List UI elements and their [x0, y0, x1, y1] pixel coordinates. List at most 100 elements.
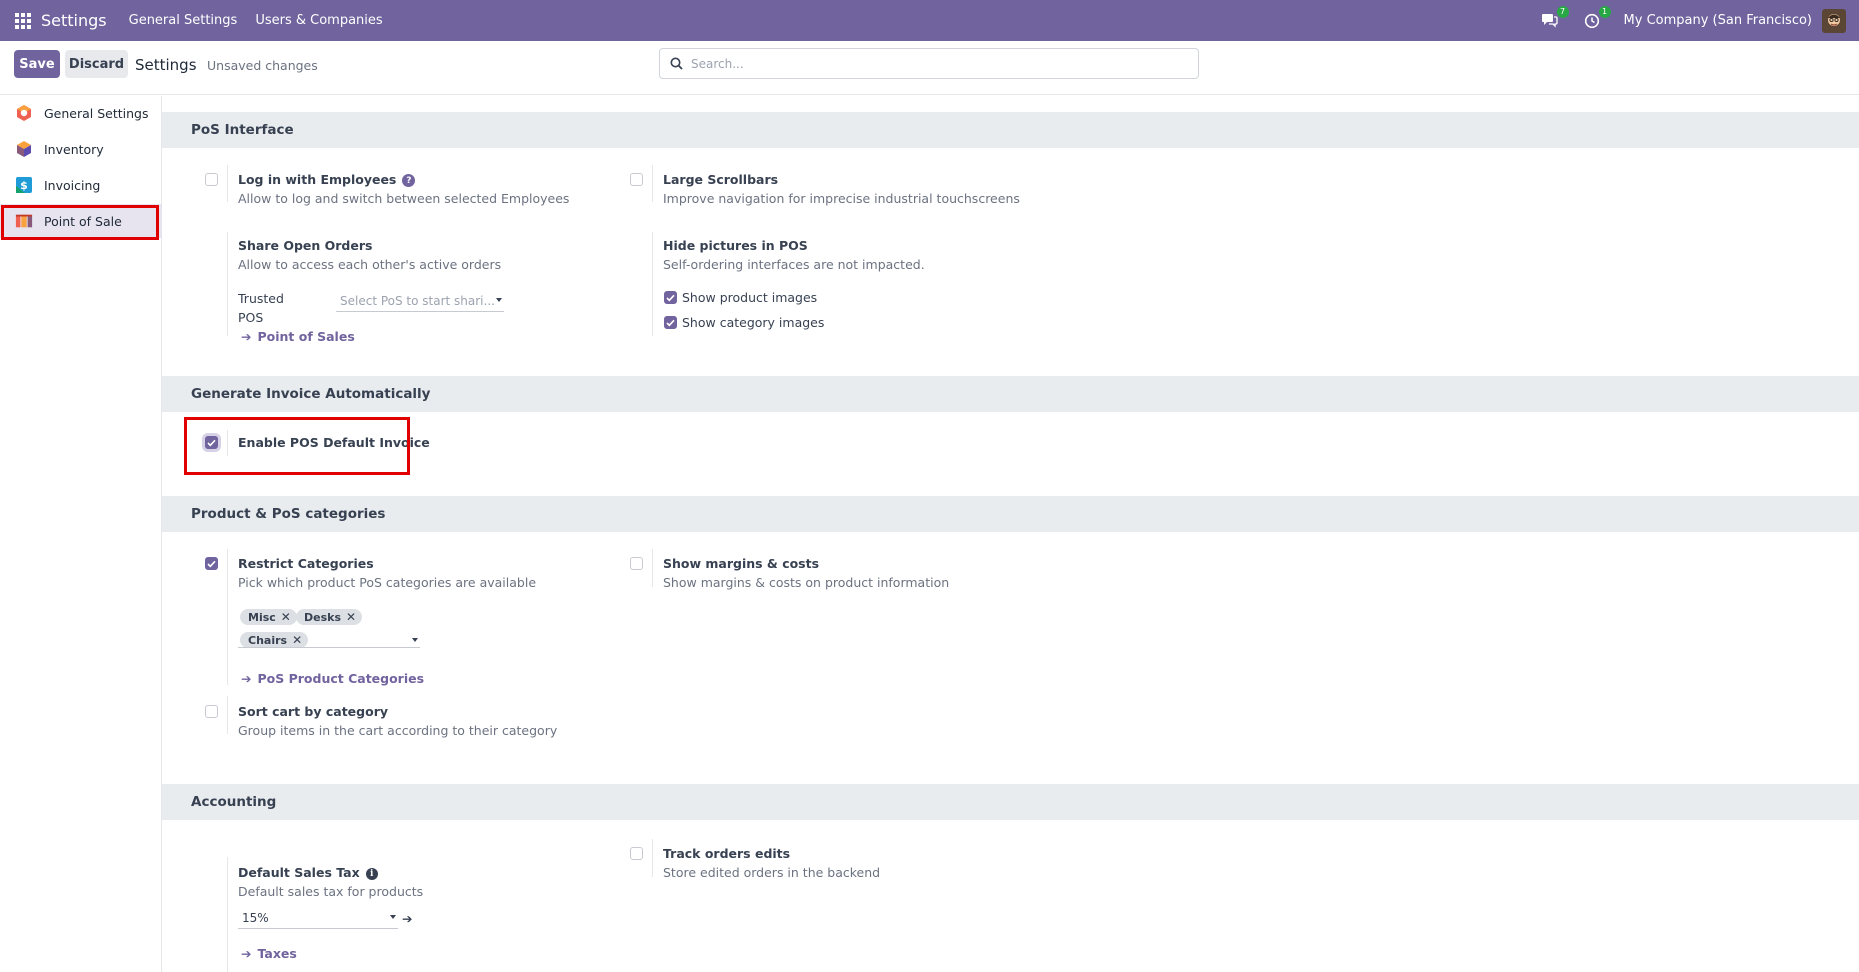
setting-description: Allow to log and switch between selected…	[238, 191, 570, 206]
section-header-accounting: Accounting	[162, 784, 1859, 820]
sidebar-item-general-settings[interactable]: General Settings	[0, 96, 162, 130]
show-product-images-label[interactable]: Show product images	[682, 290, 817, 305]
show-margins-title: Show margins & costs	[663, 556, 820, 571]
unsaved-status: Unsaved changes	[207, 58, 318, 73]
link-label: PoS Product Categories	[257, 671, 425, 686]
setting-description: Store edited orders in the backend	[663, 865, 881, 880]
sidebar-item-inventory[interactable]: Inventory	[0, 132, 162, 166]
highlight-box-invoice	[184, 417, 410, 475]
link-label: Point of Sales	[257, 329, 355, 344]
show-product-images-checkbox[interactable]	[664, 291, 677, 304]
restrict-categories-checkbox[interactable]	[205, 557, 218, 570]
trusted-pos-select[interactable]: Select PoS to start shari...	[336, 292, 504, 312]
chevron-down-icon	[412, 638, 418, 642]
search-box[interactable]	[659, 48, 1199, 79]
setting-description: Allow to access each other's active orde…	[238, 257, 502, 272]
divider	[652, 165, 653, 202]
search-icon	[670, 57, 683, 70]
highlight-box-sidebar	[1, 205, 159, 240]
setting-description: Self-ordering interfaces are not impacte…	[663, 257, 925, 272]
show-margins-checkbox[interactable]	[630, 557, 643, 570]
chevron-down-icon	[496, 298, 502, 302]
open-record-arrow-icon[interactable]: ➔	[402, 911, 412, 926]
restrict-categories-title: Restrict Categories	[238, 556, 374, 571]
share-orders-title: Share Open Orders	[238, 238, 373, 253]
divider	[227, 549, 228, 685]
setting-description: Pick which product PoS categories are av…	[238, 575, 537, 590]
messages-icon[interactable]: 7	[1540, 5, 1569, 31]
setting-title: Log in with Employees?	[238, 172, 416, 187]
hide-pictures-title: Hide pictures in POS	[663, 238, 808, 253]
section-header-categories: Product & PoS categories	[162, 496, 1859, 532]
app-brand[interactable]: Settings	[41, 11, 107, 30]
sort-cart-title: Sort cart by category	[238, 704, 389, 719]
section-header-pos-interface: PoS Interface	[162, 112, 1859, 148]
trusted-pos-label-line2: POS	[238, 310, 264, 325]
help-icon[interactable]: ?	[402, 174, 416, 187]
save-button[interactable]: Save	[14, 50, 60, 78]
user-avatar[interactable]	[1822, 8, 1846, 33]
page-title: Settings	[135, 56, 197, 74]
section-title: PoS Interface	[191, 122, 294, 138]
divider	[652, 839, 653, 877]
remove-tag-icon[interactable]: ✕	[346, 610, 356, 624]
show-category-images-label[interactable]: Show category images	[682, 315, 824, 330]
sidebar-item-invoicing[interactable]: $ Invoicing	[0, 168, 162, 202]
nav-general-settings[interactable]: General Settings	[129, 13, 238, 28]
arrow-right-icon: ➔	[241, 671, 252, 686]
sidebar-item-label: Inventory	[44, 141, 104, 157]
sidebar-item-label: General Settings	[44, 105, 149, 121]
search-input[interactable]	[691, 56, 1171, 71]
large-scrollbars-checkbox[interactable]	[630, 173, 643, 186]
category-tag: Misc ✕	[240, 609, 297, 625]
default-sales-tax-select[interactable]: 15%	[238, 909, 398, 929]
activity-badge: 1	[1598, 5, 1611, 18]
inventory-icon	[15, 140, 33, 158]
login-employees-checkbox[interactable]	[205, 173, 218, 186]
default-sales-tax-title: Default Sales Tax	[238, 865, 360, 880]
chevron-down-icon	[390, 915, 396, 919]
invoicing-icon: $	[15, 176, 33, 194]
apps-menu-icon[interactable]	[15, 12, 31, 29]
section-header-invoice-auto: Generate Invoice Automatically	[162, 376, 1859, 412]
trusted-pos-label: Trusted	[238, 291, 284, 306]
sort-cart-checkbox[interactable]	[205, 705, 218, 718]
divider	[652, 232, 653, 336]
remove-tag-icon[interactable]: ✕	[281, 610, 291, 624]
tag-label: Desks	[304, 610, 342, 624]
divider	[652, 549, 653, 587]
messages-badge: 7	[1556, 5, 1569, 18]
select-value: 15%	[242, 911, 269, 925]
large-scrollbars-title: Large Scrollbars	[663, 172, 779, 187]
setting-title: Default Sales Tax i	[238, 865, 378, 880]
show-category-images-checkbox[interactable]	[664, 316, 677, 329]
checkmark-icon	[666, 319, 675, 326]
pos-product-categories-link[interactable]: ➔ PoS Product Categories	[241, 671, 424, 686]
divider	[227, 696, 228, 734]
discard-button[interactable]: Discard	[65, 50, 128, 78]
setting-description: Show margins & costs on product informat…	[663, 575, 950, 590]
categories-select[interactable]	[238, 628, 420, 648]
top-navbar: Settings General Settings Users & Compan…	[0, 0, 1859, 41]
arrow-right-icon: ➔	[241, 329, 252, 344]
general-settings-icon	[15, 104, 33, 122]
nav-users-companies[interactable]: Users & Companies	[255, 13, 382, 28]
link-label: Taxes	[257, 946, 297, 961]
company-switcher[interactable]: My Company (San Francisco)	[1624, 13, 1812, 28]
point-of-sales-link[interactable]: ➔ Point of Sales	[241, 329, 355, 344]
section-title: Product & PoS categories	[191, 506, 386, 522]
login-employees-title: Log in with Employees	[238, 172, 397, 187]
info-icon[interactable]: i	[365, 867, 378, 880]
category-tag: Desks ✕	[296, 609, 363, 625]
activity-clock-icon[interactable]: 1	[1582, 5, 1611, 31]
track-orders-edits-title: Track orders edits	[663, 846, 791, 861]
track-orders-edits-checkbox[interactable]	[630, 847, 643, 860]
setting-description: Improve navigation for imprecise industr…	[663, 191, 1020, 206]
settings-content: PoS Interface Log in with Employees? All…	[162, 96, 1859, 972]
trusted-pos-placeholder: Select PoS to start shari...	[340, 294, 495, 308]
sidebar-item-label: Invoicing	[44, 177, 101, 193]
setting-description: Group items in the cart according to the…	[238, 723, 558, 738]
divider	[227, 165, 228, 202]
taxes-link[interactable]: ➔ Taxes	[241, 946, 297, 961]
divider	[227, 232, 228, 336]
